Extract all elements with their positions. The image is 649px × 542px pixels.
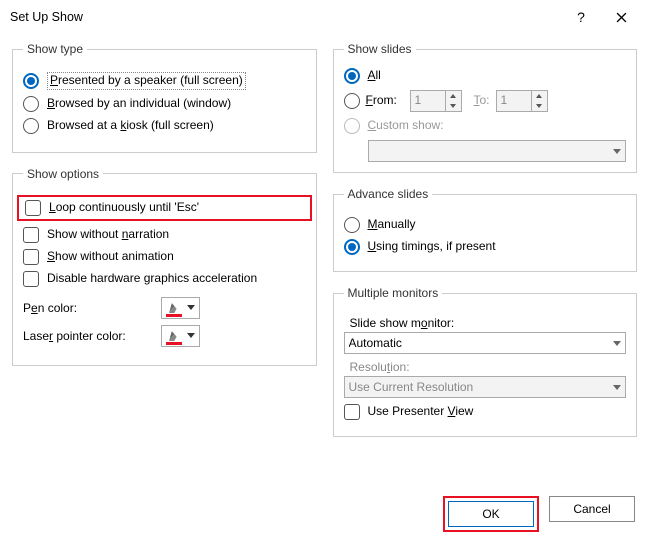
custom-show-combo (368, 140, 627, 162)
pen-icon (166, 326, 182, 342)
radio-timings[interactable] (344, 239, 360, 255)
from-spinner[interactable]: 1 (410, 90, 462, 112)
radio-manual[interactable] (344, 217, 360, 233)
check-row-disable-hw[interactable]: Disable hardware graphics acceleration (23, 271, 306, 287)
group-advance-slides-label: Advance slides (344, 187, 433, 201)
to-label: To: (474, 93, 490, 109)
radio-from[interactable] (344, 93, 360, 109)
radio-timings-label: Using timings, if present (368, 239, 496, 255)
radio-all[interactable] (344, 68, 360, 84)
group-advance-slides: Advance slides Manually Using timings, i… (333, 187, 638, 272)
radio-row-kiosk[interactable]: Browsed at a kiosk (full screen) (23, 118, 306, 134)
monitor-combo-value: Automatic (349, 336, 402, 350)
group-show-slides: Show slides All From: 1 To: 1 (333, 42, 638, 173)
chevron-down-icon (187, 333, 195, 338)
monitor-combo[interactable]: Automatic (344, 332, 627, 354)
radio-row-timings[interactable]: Using timings, if present (344, 239, 627, 255)
close-button[interactable] (601, 2, 641, 32)
check-row-narration[interactable]: Show without narration (23, 227, 306, 243)
pen-color-label: Pen color: (23, 301, 153, 315)
radio-manual-label: Manually (368, 217, 416, 233)
cancel-button[interactable]: Cancel (549, 496, 635, 522)
radio-custom-label: Custom show: (368, 118, 444, 134)
radio-kiosk[interactable] (23, 118, 39, 134)
ok-button-label: OK (482, 507, 499, 521)
resolution-label: Resolution: (350, 360, 627, 374)
radio-speaker[interactable] (23, 73, 39, 89)
from-value: 1 (411, 91, 445, 111)
chevron-down-icon (187, 305, 195, 310)
radio-row-speaker[interactable]: Presented by a speaker (full screen) (23, 72, 306, 90)
check-row-presenter[interactable]: Use Presenter View (344, 404, 627, 420)
to-value: 1 (497, 91, 531, 111)
radio-row-manual[interactable]: Manually (344, 217, 627, 233)
pen-color-picker[interactable] (161, 297, 200, 319)
check-narration[interactable] (23, 227, 39, 243)
radio-speaker-label: Presented by a speaker (full screen) (47, 72, 246, 90)
check-loop[interactable] (25, 200, 41, 216)
check-animation-label: Show without animation (47, 249, 174, 265)
group-show-type-label: Show type (23, 42, 87, 56)
help-button[interactable]: ? (561, 2, 601, 32)
resolution-combo: Use Current Resolution (344, 376, 627, 398)
radio-row-all[interactable]: All (344, 68, 627, 84)
group-monitors: Multiple monitors Slide show monitor: Au… (333, 286, 638, 437)
dialog-title: Set Up Show (10, 10, 83, 24)
highlight-ok: OK (443, 496, 539, 532)
resolution-combo-value: Use Current Resolution (349, 380, 474, 394)
group-show-options-label: Show options (23, 167, 103, 181)
pen-icon (166, 298, 182, 314)
check-loop-label: Loop continuously until 'Esc' (49, 200, 199, 216)
chevron-down-icon (613, 341, 621, 346)
check-disable-hw-label: Disable hardware graphics acceleration (47, 271, 257, 287)
to-spinner[interactable]: 1 (496, 90, 548, 112)
check-row-animation[interactable]: Show without animation (23, 249, 306, 265)
radio-individual[interactable] (23, 96, 39, 112)
group-monitors-label: Multiple monitors (344, 286, 443, 300)
radio-from-label: From: (366, 93, 404, 109)
radio-individual-label: Browsed by an individual (window) (47, 96, 231, 112)
monitor-label: Slide show monitor: (350, 316, 627, 330)
radio-kiosk-label: Browsed at a kiosk (full screen) (47, 118, 214, 134)
check-row-loop[interactable]: Loop continuously until 'Esc' (25, 200, 304, 216)
group-show-options: Show options Loop continuously until 'Es… (12, 167, 317, 366)
check-animation[interactable] (23, 249, 39, 265)
chevron-down-icon (613, 385, 621, 390)
radio-custom (344, 118, 360, 134)
ok-button[interactable]: OK (448, 501, 534, 527)
close-icon (616, 12, 627, 23)
check-disable-hw[interactable] (23, 271, 39, 287)
radio-row-from[interactable]: From: 1 To: 1 (344, 90, 627, 112)
laser-color-picker[interactable] (161, 325, 200, 347)
group-show-type: Show type Presented by a speaker (full s… (12, 42, 317, 153)
check-narration-label: Show without narration (47, 227, 169, 243)
radio-row-custom: Custom show: (344, 118, 627, 134)
radio-all-label: All (368, 68, 381, 84)
cancel-button-label: Cancel (573, 502, 610, 516)
check-presenter-label: Use Presenter View (368, 404, 474, 420)
check-presenter[interactable] (344, 404, 360, 420)
radio-row-individual[interactable]: Browsed by an individual (window) (23, 96, 306, 112)
highlight-loop: Loop continuously until 'Esc' (17, 195, 312, 221)
laser-color-label: Laser pointer color: (23, 329, 153, 343)
group-show-slides-label: Show slides (344, 42, 416, 56)
